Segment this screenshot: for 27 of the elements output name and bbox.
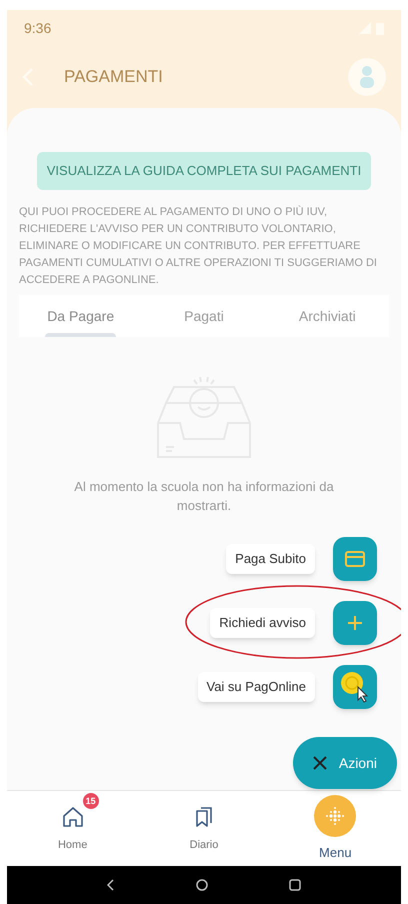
action-label[interactable]: Richiedi avviso (210, 608, 315, 638)
nav-item[interactable]: Diario (138, 791, 270, 866)
coin-cursor-icon (340, 671, 370, 703)
page-title: PAGAMENTI (64, 66, 164, 88)
tab[interactable]: Pagati (142, 295, 266, 337)
back-icon[interactable] (107, 879, 116, 891)
card-icon (345, 551, 365, 567)
status-time: 9:36 (24, 18, 52, 38)
action-button[interactable] (333, 665, 377, 709)
empty-message: Al momento la scuola non ha informazioni da mostrarti. (73, 478, 335, 515)
home-circle-icon[interactable] (196, 879, 208, 891)
action-label[interactable]: Paga Subito (226, 544, 315, 574)
description-text: QUI PUOI PROCEDERE AL PAGAMENTO DI UNO O PIÙ IUV, RICHIEDERE L'AVVISO PER UN CONTRIBUTO VOLONTARIO, ELIMINARE O MODIFICARE UN CONTRIBUTO. PER EFFETTUARE PAGAMENTI CUMULATIVI O ALTRE OPERAZIONI TI SUGGERIAMO DI ACCEDERE A PAGONLINE. (19, 204, 378, 288)
plus-icon (347, 615, 363, 631)
tab[interactable]: Archiviati (266, 295, 389, 337)
guide-button[interactable]: VISUALIZZA LA GUIDA COMPLETA SUI PAGAMENTI (37, 152, 371, 190)
person-icon (359, 65, 375, 89)
dots-grid-icon (324, 804, 346, 827)
close-icon (312, 756, 327, 770)
nav-item[interactable]: Menu (270, 791, 401, 866)
bookmarks-icon (194, 806, 214, 828)
notification-badge: 15 (82, 793, 99, 810)
home-icon (62, 806, 84, 828)
recents-icon[interactable] (288, 879, 301, 891)
tab[interactable]: Da Pagare (19, 295, 142, 337)
nav-item[interactable]: 15 Home (7, 791, 138, 866)
action-label[interactable]: Vai su PagOnline (198, 672, 315, 702)
